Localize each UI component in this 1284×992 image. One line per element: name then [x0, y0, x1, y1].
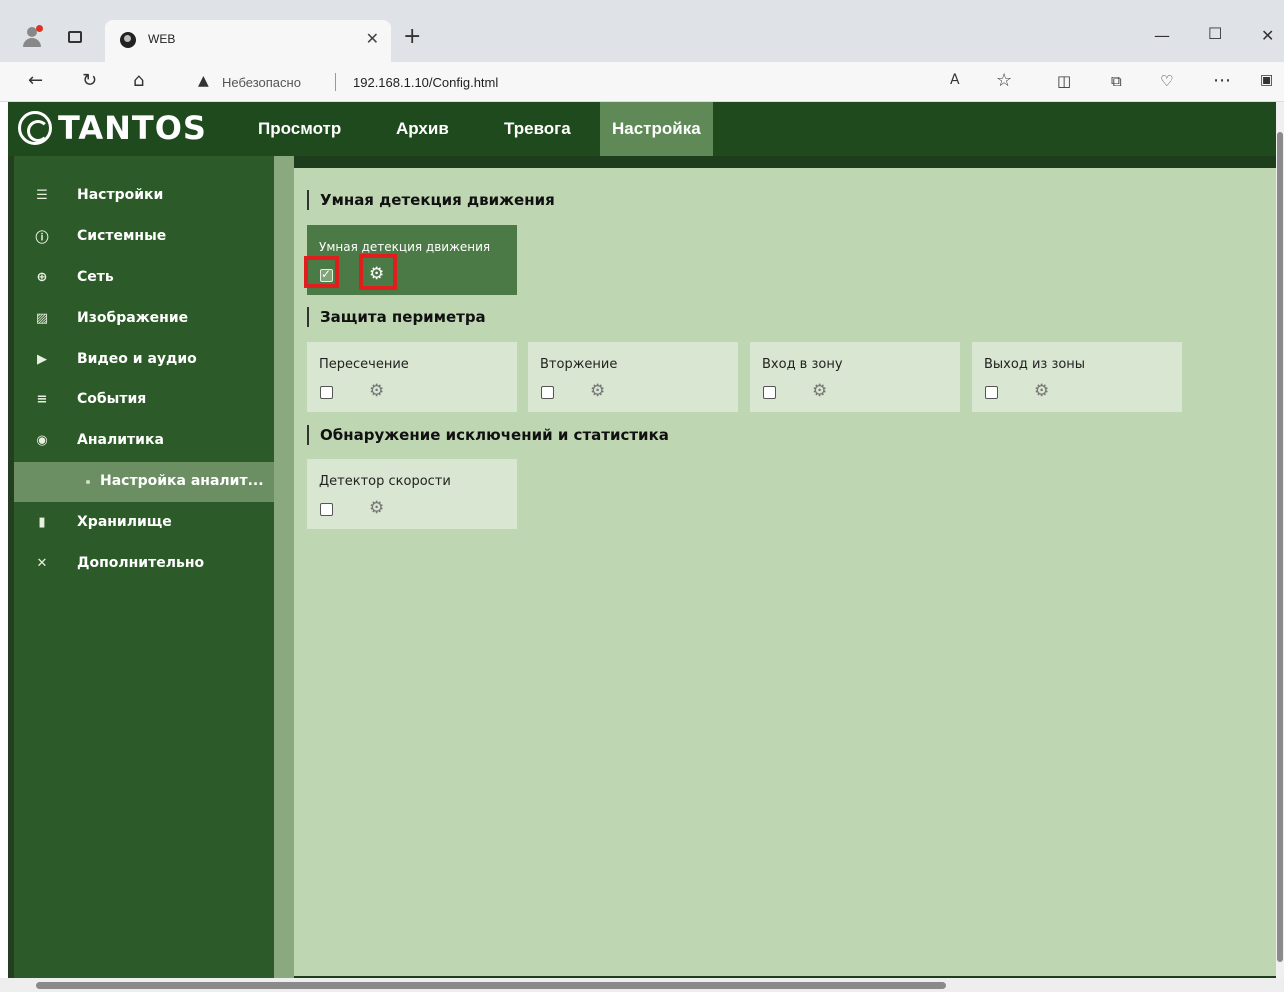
highlight-gear — [359, 254, 397, 290]
gear-icon[interactable]: ⚙ — [1034, 382, 1049, 400]
tools-icon: ✕ — [36, 555, 48, 571]
intrusion-checkbox[interactable] — [541, 386, 554, 399]
vertical-scrollbar[interactable] — [1276, 102, 1284, 978]
nav-view[interactable]: Просмотр — [246, 102, 353, 156]
sidebar-item-label: События — [77, 391, 147, 407]
card-intrusion: Вторжение ⚙ — [528, 342, 738, 412]
sidebar-item-label: Дополнительно — [77, 555, 205, 571]
storage-icon: ▮ — [38, 514, 46, 530]
performance-icon[interactable]: ♡ — [1160, 72, 1173, 90]
gear-icon[interactable]: ⚙ — [369, 499, 384, 517]
collections-icon[interactable]: ⧉ — [1111, 72, 1122, 90]
new-tab-icon[interactable]: + — [403, 24, 421, 49]
sidebar-item-label: Настройка аналит... — [100, 473, 264, 489]
highlight-checkbox — [304, 256, 339, 288]
close-tab-icon[interactable]: ✕ — [366, 29, 379, 48]
refresh-icon[interactable]: ↻ — [82, 70, 97, 91]
url-field[interactable]: ▲ Небезопасно 192.168.1.10/Config.html — [180, 67, 1180, 97]
speed-detector-checkbox[interactable] — [320, 503, 333, 516]
list-icon: ☰ — [36, 187, 48, 203]
sidebar-item-settings[interactable]: ☰ Настройки — [14, 176, 274, 216]
card-label: Вторжение — [540, 357, 618, 372]
sidebar-item-label: Сеть — [77, 269, 114, 285]
sidebar-item-label: Хранилище — [77, 514, 172, 530]
read-aloud-icon[interactable]: A — [950, 72, 960, 88]
maximize-icon[interactable]: ☐ — [1208, 24, 1222, 43]
sidebar-item-events[interactable]: ≡ События — [14, 380, 274, 420]
insecure-label: Небезопасно — [222, 75, 301, 90]
web-page: TANTOS Просмотр Архив Тревога Настройка … — [8, 102, 1276, 978]
card-speed-detector: Детектор скорости ⚙ — [307, 459, 517, 529]
zone-exit-checkbox[interactable] — [985, 386, 998, 399]
gear-icon[interactable]: ⚙ — [369, 382, 384, 400]
content-gutter — [274, 156, 294, 978]
back-icon[interactable]: ← — [28, 70, 43, 91]
address-bar: ← ↻ ⌂ ▲ Небезопасно 192.168.1.10/Config.… — [0, 62, 1284, 102]
section-title-smart-motion: Умная детекция движения — [307, 190, 555, 210]
more-menu-icon[interactable]: ⋯ — [1213, 70, 1231, 91]
horizontal-scrollbar[interactable] — [0, 978, 1284, 992]
card-crossing: Пересечение ⚙ — [307, 342, 517, 412]
gear-icon[interactable]: ⚙ — [590, 382, 605, 400]
section-title-perimeter: Защита периметра — [307, 307, 486, 327]
sidebar-item-label: Видео и аудио — [77, 351, 197, 367]
url-text: 192.168.1.10/Config.html — [353, 75, 499, 90]
nav-settings[interactable]: Настройка — [600, 102, 713, 156]
card-label: Детектор скорости — [319, 474, 451, 489]
sidebar-item-system[interactable]: ⓘ Системные — [14, 217, 274, 257]
sidebar-item-label: Аналитика — [77, 432, 164, 448]
nav-alarm[interactable]: Тревога — [492, 102, 583, 156]
gear-icon[interactable]: ⚙ — [812, 382, 827, 400]
main-content: Умная детекция движения Умная детекция д… — [294, 168, 1276, 976]
sidebar-toggle-icon[interactable]: ▣ — [1260, 72, 1273, 88]
sidebar-item-label: Системные — [77, 228, 167, 244]
card-label: Пересечение — [319, 357, 409, 372]
image-icon: ▨ — [35, 310, 49, 326]
split-screen-icon[interactable]: ◫ — [1057, 72, 1071, 90]
favorite-star-icon[interactable]: ☆ — [996, 70, 1012, 91]
vertical-scroll-thumb[interactable] — [1277, 132, 1283, 962]
horizontal-scroll-thumb[interactable] — [36, 982, 946, 989]
logo-icon — [18, 111, 52, 145]
url-separator — [335, 73, 336, 91]
camera-icon: ◉ — [36, 432, 48, 448]
events-icon: ≡ — [36, 391, 48, 407]
top-navigation: TANTOS Просмотр Архив Тревога Настройка — [8, 102, 1276, 156]
globe-icon: ⊕ — [36, 269, 48, 285]
globe-favicon-icon — [120, 32, 136, 48]
sidebar-item-storage[interactable]: ▮ Хранилище — [14, 503, 274, 543]
warning-icon: ▲ — [198, 73, 209, 89]
sidebar-item-video-audio[interactable]: ▶ Видео и аудио — [14, 340, 274, 380]
sidebar-item-analytics[interactable]: ◉ Аналитика — [14, 421, 274, 461]
video-icon: ▶ — [37, 351, 47, 367]
nav-archive[interactable]: Архив — [384, 102, 461, 156]
browser-tab[interactable]: WEB ✕ — [105, 20, 391, 62]
profile-icon[interactable] — [22, 25, 43, 47]
tab-actions-icon[interactable] — [68, 31, 82, 43]
card-label: Вход в зону — [762, 357, 843, 372]
sidebar: ☰ Настройки ⓘ Системные ⊕ Сеть ▨ Изображ… — [8, 156, 274, 978]
logo-text: TANTOS — [58, 109, 207, 147]
zone-enter-checkbox[interactable] — [763, 386, 776, 399]
tab-title: WEB — [148, 32, 176, 46]
sidebar-item-network[interactable]: ⊕ Сеть — [14, 258, 274, 298]
home-icon[interactable]: ⌂ — [133, 70, 144, 91]
sidebar-item-image[interactable]: ▨ Изображение — [14, 299, 274, 339]
card-label: Умная детекция движения — [319, 240, 491, 254]
logo: TANTOS — [18, 108, 207, 148]
browser-tab-bar: WEB ✕ + — ☐ ✕ — [0, 0, 1284, 62]
card-zone-exit: Выход из зоны ⚙ — [972, 342, 1182, 412]
sidebar-item-label: Изображение — [77, 310, 189, 326]
minimize-icon[interactable]: — — [1154, 26, 1170, 45]
dot-icon — [86, 480, 90, 484]
info-icon: ⓘ — [35, 230, 49, 246]
sidebar-item-advanced[interactable]: ✕ Дополнительно — [14, 544, 274, 584]
sidebar-item-label: Настройки — [77, 187, 164, 203]
section-title-exceptions: Обнаружение исключений и статистика — [307, 425, 669, 445]
crossing-checkbox[interactable] — [320, 386, 333, 399]
card-label: Выход из зоны — [984, 357, 1086, 372]
close-window-icon[interactable]: ✕ — [1261, 26, 1274, 45]
card-zone-enter: Вход в зону ⚙ — [750, 342, 960, 412]
sidebar-item-analytics-setup[interactable]: Настройка аналит... — [14, 462, 274, 502]
